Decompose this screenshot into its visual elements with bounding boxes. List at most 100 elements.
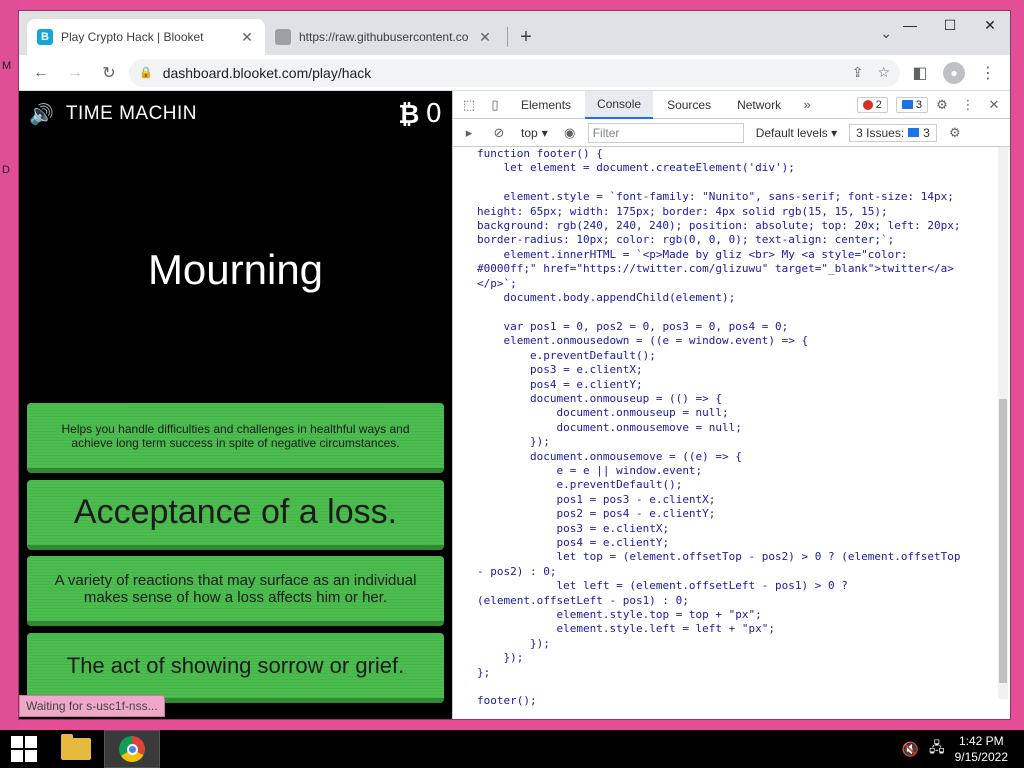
- sidebar-toggle-icon[interactable]: ▸: [457, 121, 481, 145]
- profile-button[interactable]: ●: [940, 59, 968, 87]
- code-line: background: rgb(240, 240, 240); position…: [477, 219, 961, 233]
- log-levels-dropdown[interactable]: Default levels ▾: [750, 126, 843, 140]
- star-icon[interactable]: ☆: [877, 64, 890, 81]
- code-line: pos2 = pos4 - e.clientY;: [477, 507, 716, 521]
- issues-count: 3: [923, 125, 930, 140]
- close-window-button[interactable]: ✕: [970, 11, 1010, 39]
- code-line: border-radius: 10px; color: rgb(0, 0, 0)…: [477, 233, 895, 247]
- devtools-tabs: ⬚ ▯ Elements Console Sources Network » 2…: [453, 91, 1010, 119]
- code-line: e.preventDefault();: [477, 348, 656, 362]
- address-bar[interactable]: 🔒 dashboard.blooket.com/play/hack ⇪ ☆: [129, 58, 900, 87]
- code-line: </p>`;: [477, 276, 517, 290]
- inspect-icon[interactable]: ⬚: [457, 93, 481, 117]
- code-line: document.onmousemove = ((e) => {: [477, 449, 742, 463]
- speaker-icon[interactable]: 🔊: [29, 102, 54, 126]
- tab-github[interactable]: https://raw.githubusercontent.com ✕: [265, 19, 503, 55]
- close-icon[interactable]: ✕: [982, 93, 1006, 117]
- console-output[interactable]: function footer() { let element = docume…: [453, 147, 1010, 719]
- clock[interactable]: 1:42 PM 9/15/2022: [955, 733, 1008, 765]
- minimize-button[interactable]: —: [890, 11, 930, 39]
- answer-option-4[interactable]: The act of showing sorrow or grief.: [27, 633, 444, 703]
- avatar: ●: [943, 61, 965, 84]
- file-explorer-button[interactable]: [48, 730, 104, 768]
- code-line: element.onmousedown = ((e = window.event…: [477, 334, 809, 348]
- message-icon: [901, 100, 913, 109]
- status-bubble: Waiting for s-usc1f-nss...: [19, 695, 165, 717]
- address-url[interactable]: dashboard.blooket.com/play/hack: [163, 65, 842, 81]
- tab-blooket[interactable]: B Play Crypto Hack | Blooket ✕: [27, 19, 265, 55]
- code-line: var pos1 = 0, pos2 = 0, pos3 = 0, pos4 =…: [477, 319, 789, 333]
- system-tray: 🔇 🖧 1:42 PM 9/15/2022: [902, 733, 1024, 765]
- reload-button[interactable]: ↻: [95, 59, 123, 87]
- kebab-menu-icon[interactable]: ⋮: [956, 93, 980, 117]
- volume-muted-icon[interactable]: 🔇: [902, 741, 919, 758]
- clear-console-icon[interactable]: ⊘: [487, 121, 511, 145]
- bitcoin-icon: ₿: [398, 99, 420, 130]
- browser-toolbar: ← → ↻ 🔒 dashboard.blooket.com/play/hack …: [19, 55, 1010, 91]
- tab-title: Play Crypto Hack | Blooket: [61, 30, 204, 44]
- share-icon[interactable]: ⇪: [852, 64, 864, 81]
- side-panel-icon[interactable]: ◧: [906, 59, 934, 87]
- error-icon: [862, 99, 873, 110]
- tab-console[interactable]: Console: [585, 91, 654, 119]
- error-count: 2: [875, 98, 882, 111]
- code-line: let element = document.createElement('di…: [477, 161, 795, 175]
- close-icon[interactable]: ✕: [239, 29, 255, 46]
- forward-button[interactable]: →: [61, 59, 89, 87]
- close-icon[interactable]: ✕: [477, 29, 493, 46]
- page-content: 🔊 TIME MACHIN ₿ 0 Mourning Helps you han…: [19, 91, 1010, 719]
- game-header: 🔊 TIME MACHIN ₿ 0: [19, 91, 452, 137]
- code-line: footer();: [477, 694, 537, 708]
- filter-input[interactable]: Filter: [587, 122, 744, 143]
- scrollbar[interactable]: [998, 147, 1008, 699]
- code-line: let left = (element.offsetLeft - pos1) >…: [477, 579, 848, 593]
- tab-strip: B Play Crypto Hack | Blooket ✕ https://r…: [19, 11, 1010, 55]
- globe-icon: [275, 29, 291, 45]
- code-line: height: 65px; width: 175px; border: 4px …: [477, 204, 888, 218]
- eye-icon[interactable]: ◉: [558, 121, 582, 145]
- console-filter-bar: ▸ ⊘ top ▾ ◉ Filter Default levels ▾ 3 Is…: [453, 119, 1010, 147]
- new-tab-button[interactable]: +: [512, 23, 540, 51]
- browser-menu-icon[interactable]: ⋮: [974, 59, 1002, 87]
- answer-option-3[interactable]: A variety of reactions that may surface …: [27, 556, 444, 626]
- back-button[interactable]: ←: [27, 59, 55, 87]
- device-toggle-icon[interactable]: ▯: [483, 93, 507, 117]
- tab-title: https://raw.githubusercontent.com: [299, 30, 469, 44]
- code-line: (element.offsetLeft - pos1) : 0;: [477, 593, 689, 607]
- message-count-badge[interactable]: 3: [895, 96, 928, 113]
- answer-option-1[interactable]: Helps you handle difficulties and challe…: [27, 403, 444, 473]
- tab-sources[interactable]: Sources: [655, 91, 723, 119]
- scrollbar-thumb[interactable]: [999, 399, 1007, 683]
- code-line: pos3 = e.clientX;: [477, 363, 643, 377]
- tab-elements[interactable]: Elements: [509, 91, 583, 119]
- context-selector[interactable]: top ▾: [517, 126, 552, 140]
- game-panel: 🔊 TIME MACHIN ₿ 0 Mourning Helps you han…: [19, 91, 452, 719]
- question-text: Mourning: [147, 246, 324, 293]
- log-levels-label: Default levels: [755, 125, 828, 140]
- code-line: document.onmouseup = (() => {: [477, 391, 723, 405]
- start-button[interactable]: [0, 730, 48, 768]
- code-line: });: [477, 435, 550, 449]
- more-tabs-icon[interactable]: »: [795, 93, 819, 117]
- code-line: element.style = `font-family: "Nunito", …: [477, 190, 954, 204]
- error-count-badge[interactable]: 2: [856, 96, 888, 113]
- window-controls: — ☐ ✕: [890, 11, 1010, 39]
- code-line: };: [477, 665, 491, 679]
- tab-network[interactable]: Network: [725, 91, 793, 119]
- code-block: function footer() { let element = docume…: [477, 147, 992, 709]
- network-icon[interactable]: 🖧: [929, 737, 945, 761]
- gear-icon[interactable]: ⚙: [930, 93, 954, 117]
- maximize-button[interactable]: ☐: [930, 11, 970, 39]
- issues-button[interactable]: 3 Issues: 3: [849, 123, 937, 142]
- code-line: pos3 = e.clientX;: [477, 521, 670, 535]
- code-line: document.body.appendChild(element);: [477, 291, 736, 305]
- desktop-icon-label: M: [2, 60, 12, 72]
- lock-icon: 🔒: [139, 67, 153, 79]
- answer-option-2[interactable]: Acceptance of a loss.: [27, 480, 444, 550]
- chrome-taskbar-button[interactable]: [104, 730, 160, 768]
- code-line: document.onmouseup = null;: [477, 406, 729, 420]
- windows-logo-icon: [11, 736, 37, 762]
- desktop-edge: M D: [0, 0, 18, 730]
- console-settings-icon[interactable]: ⚙: [943, 121, 967, 145]
